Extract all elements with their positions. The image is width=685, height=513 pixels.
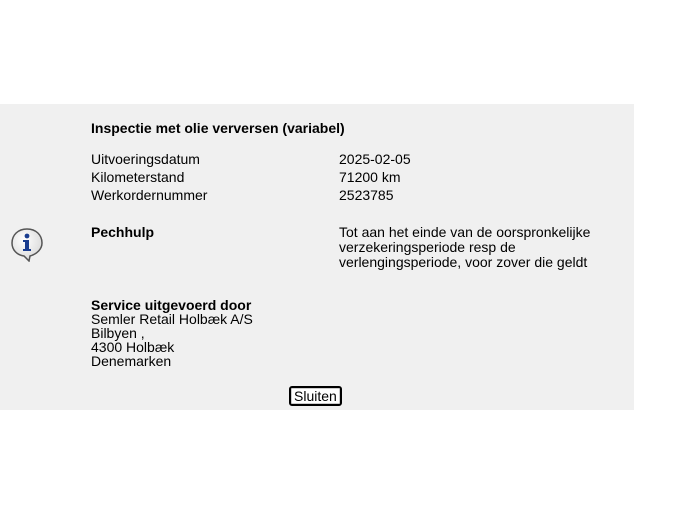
pechhulp-label: Pechhulp xyxy=(91,224,155,240)
close-button[interactable]: Sluiten xyxy=(289,386,342,406)
service-block: Service uitgevoerd door Semler Retail Ho… xyxy=(91,298,253,368)
info-icon xyxy=(11,228,43,262)
service-line-street: Bilbyen , xyxy=(91,325,145,341)
detail-label-mileage: Kilometerstand xyxy=(91,169,185,185)
service-line-company: Semler Retail Holbæk A/S xyxy=(91,311,253,327)
service-line-country: Denemarken xyxy=(91,353,172,369)
dialog-title: Inspectie met olie verversen (variabel) xyxy=(91,120,345,136)
detail-value-date: 2025-02-05 xyxy=(339,151,411,167)
detail-value-mileage: 71200 km xyxy=(339,169,401,185)
pechhulp-value: Tot aan het einde van de oorspronkelijke… xyxy=(339,224,591,270)
service-heading: Service uitgevoerd door xyxy=(91,297,252,313)
detail-label-workorder: Werkordernummer xyxy=(91,187,208,203)
service-line-city: 4300 Holbæk xyxy=(91,339,175,355)
detail-label-date: Uitvoeringsdatum xyxy=(91,151,200,167)
detail-value-workorder: 2523785 xyxy=(339,187,394,203)
